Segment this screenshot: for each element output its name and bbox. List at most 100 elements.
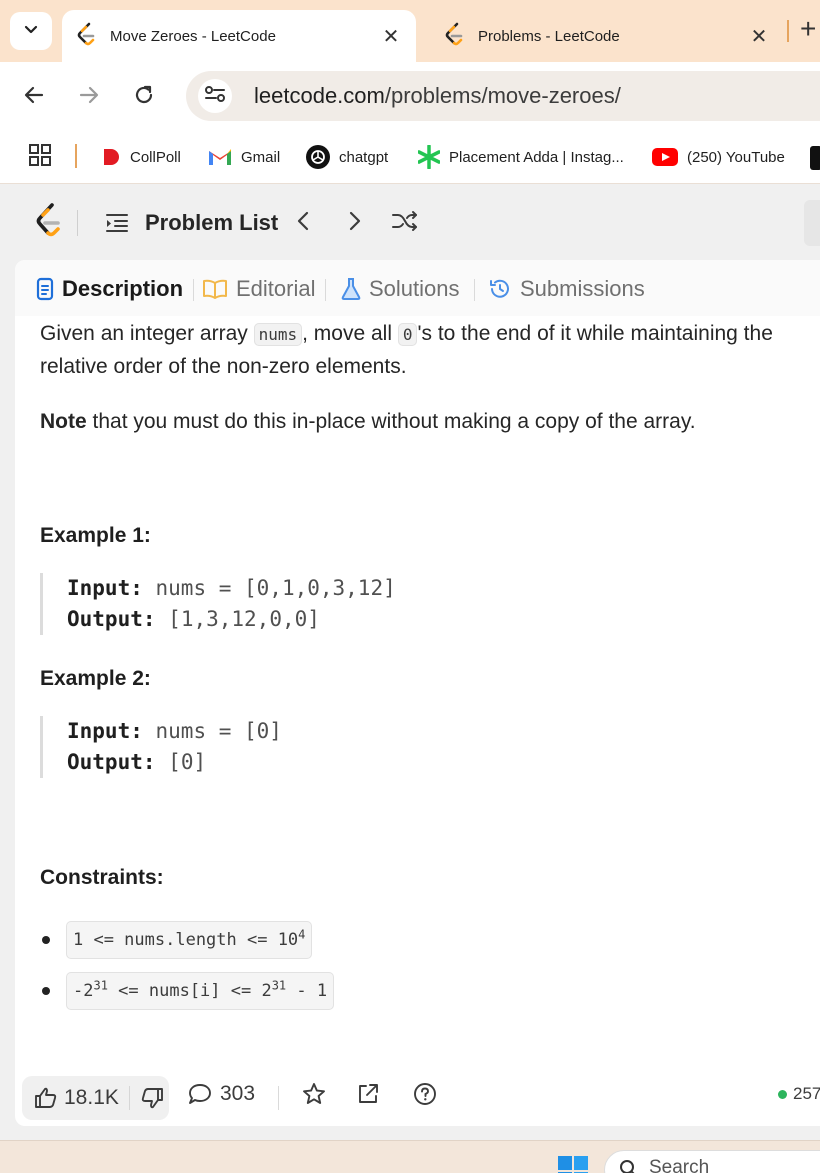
tab-divider: [787, 20, 789, 42]
bookmark-collpoll[interactable]: CollPoll: [101, 142, 181, 172]
thumbs-down-icon[interactable]: [140, 1086, 164, 1110]
tab-label: Editorial: [236, 276, 316, 301]
bookmark-overflow-icon[interactable]: [810, 146, 820, 170]
asterisk-green-icon: [418, 145, 440, 169]
gmail-icon: [208, 148, 232, 166]
toolbar-overflow[interactable]: [804, 200, 820, 246]
tab-solutions[interactable]: Solutions: [341, 274, 460, 304]
tab-label: Solutions: [369, 276, 460, 301]
constraint-text: <= nums[i] <= 2: [107, 981, 272, 1001]
superscript: 4: [298, 927, 306, 942]
tab-label: Description: [62, 276, 184, 301]
youtube-icon: [652, 148, 678, 166]
bookmarks-bar: CollPoll Gmail chatgpt Placement Adda | …: [0, 132, 820, 184]
previous-problem-button[interactable]: [288, 208, 318, 238]
shuffle-icon: [391, 209, 419, 238]
taskbar-search-box[interactable]: Search: [604, 1150, 820, 1173]
help-button[interactable]: [413, 1082, 437, 1106]
note-paragraph: Note that you must do this in-place with…: [40, 406, 810, 438]
example-1-heading: Example 1:: [40, 524, 151, 547]
reload-icon: [133, 84, 155, 111]
online-dot: [778, 1089, 787, 1099]
bullet-dot: [42, 987, 50, 995]
like-count: 18.1K: [64, 1086, 119, 1109]
list-indent-icon: [104, 211, 130, 240]
bookmark-gmail[interactable]: Gmail: [208, 142, 280, 172]
site-info-button[interactable]: [198, 79, 232, 113]
input-label: Input:: [67, 719, 143, 743]
share-button[interactable]: [356, 1082, 380, 1106]
back-button[interactable]: [18, 81, 50, 113]
close-tab-icon[interactable]: ✕: [380, 24, 402, 49]
constraint-code: 1 <= nums.length <= 104: [66, 921, 313, 959]
output-label: Output:: [67, 750, 156, 774]
bookmark-chatgpt[interactable]: chatgpt: [306, 142, 388, 172]
star-icon: [302, 1082, 326, 1106]
leetcode-logo-icon[interactable]: [34, 202, 64, 245]
bullet-dot: [42, 936, 50, 944]
external-link-icon: [356, 1082, 380, 1106]
reload-button[interactable]: [128, 81, 160, 113]
favorite-button[interactable]: [302, 1082, 326, 1106]
thumbs-up-icon[interactable]: [34, 1086, 58, 1110]
bookmark-youtube[interactable]: (250) YouTube: [652, 142, 785, 172]
tab-divider: [474, 279, 475, 301]
arrow-left-icon: [23, 84, 45, 111]
constraint-item: -231 <= nums[i] <= 231 - 1: [40, 972, 335, 1010]
description-paragraph: Given an integer array nums, move all 0 '…: [40, 318, 810, 383]
like-dislike-group: 18.1K: [22, 1076, 169, 1120]
comment-icon: [188, 1083, 212, 1105]
chevron-right-icon: [348, 210, 362, 237]
chevron-left-icon: [296, 210, 310, 237]
windows-start-icon[interactable]: [558, 1156, 588, 1173]
problem-actions-bar: 18.1K 303 257: [15, 1060, 820, 1126]
tab-description[interactable]: Description: [36, 274, 183, 304]
tab-editorial[interactable]: Editorial: [202, 274, 315, 304]
bookmark-label: Placement Adda | Instag...: [449, 148, 624, 166]
tab-divider: [193, 279, 194, 301]
online-users-indicator: 257: [778, 1084, 820, 1104]
random-problem-button[interactable]: [390, 208, 420, 238]
browser-toolbar: leetcode.com/problems/move-zeroes/: [0, 62, 820, 132]
text-span: Given an integer array: [40, 322, 254, 345]
panel-tabs: Description Editorial Solutions Submissi…: [15, 260, 820, 316]
output-label: Output:: [67, 607, 156, 631]
arrow-right-icon: [78, 84, 100, 111]
url-text: leetcode.com/problems/move-zeroes/: [254, 83, 621, 109]
next-problem-button[interactable]: [340, 208, 370, 238]
inline-code: 0: [397, 323, 418, 346]
superscript: 31: [271, 978, 287, 993]
url-path: /problems/move-zeroes/: [384, 83, 621, 108]
tab-submissions[interactable]: Submissions: [488, 274, 645, 304]
close-tab-icon[interactable]: ✕: [748, 24, 770, 49]
navbar-divider: [77, 210, 78, 236]
forward-button[interactable]: [73, 81, 105, 113]
browser-tab-move-zeroes[interactable]: Move Zeroes - LeetCode ✕: [62, 10, 416, 62]
leetcode-app: Problem List Description Editorial Solut…: [0, 184, 820, 1140]
problem-list-link[interactable]: Problem List: [145, 210, 278, 236]
book-open-icon: [202, 278, 228, 300]
input-value: nums = [0,1,0,3,12]: [155, 576, 396, 600]
tab-title: Problems - LeetCode: [478, 27, 620, 45]
history-icon: [488, 277, 512, 301]
new-tab-button[interactable]: +: [800, 14, 816, 44]
tab-search-button[interactable]: [10, 12, 52, 50]
search-placeholder: Search: [649, 1157, 710, 1173]
output-value: [0]: [168, 750, 207, 774]
tab-title: Move Zeroes - LeetCode: [110, 27, 276, 45]
tune-icon: [204, 84, 226, 109]
windows-taskbar: Search: [0, 1140, 820, 1173]
actions-divider: [278, 1086, 279, 1110]
tab-divider: [325, 279, 326, 301]
input-value: nums = [0]: [155, 719, 282, 743]
comments-button[interactable]: 303: [188, 1082, 255, 1106]
constraint-code: -231 <= nums[i] <= 231 - 1: [66, 972, 335, 1010]
example-2-heading: Example 2:: [40, 667, 151, 690]
constraint-text: 1 <= nums.length <= 10: [73, 930, 299, 950]
constraint-text: -2: [73, 981, 94, 1001]
output-value: [1,3,12,0,0]: [168, 607, 320, 631]
bookmark-placement-adda[interactable]: Placement Adda | Instag...: [418, 142, 624, 172]
apps-grid-icon[interactable]: [28, 143, 52, 172]
address-bar[interactable]: leetcode.com/problems/move-zeroes/: [186, 71, 820, 121]
browser-tab-problems[interactable]: Problems - LeetCode ✕: [430, 10, 784, 62]
